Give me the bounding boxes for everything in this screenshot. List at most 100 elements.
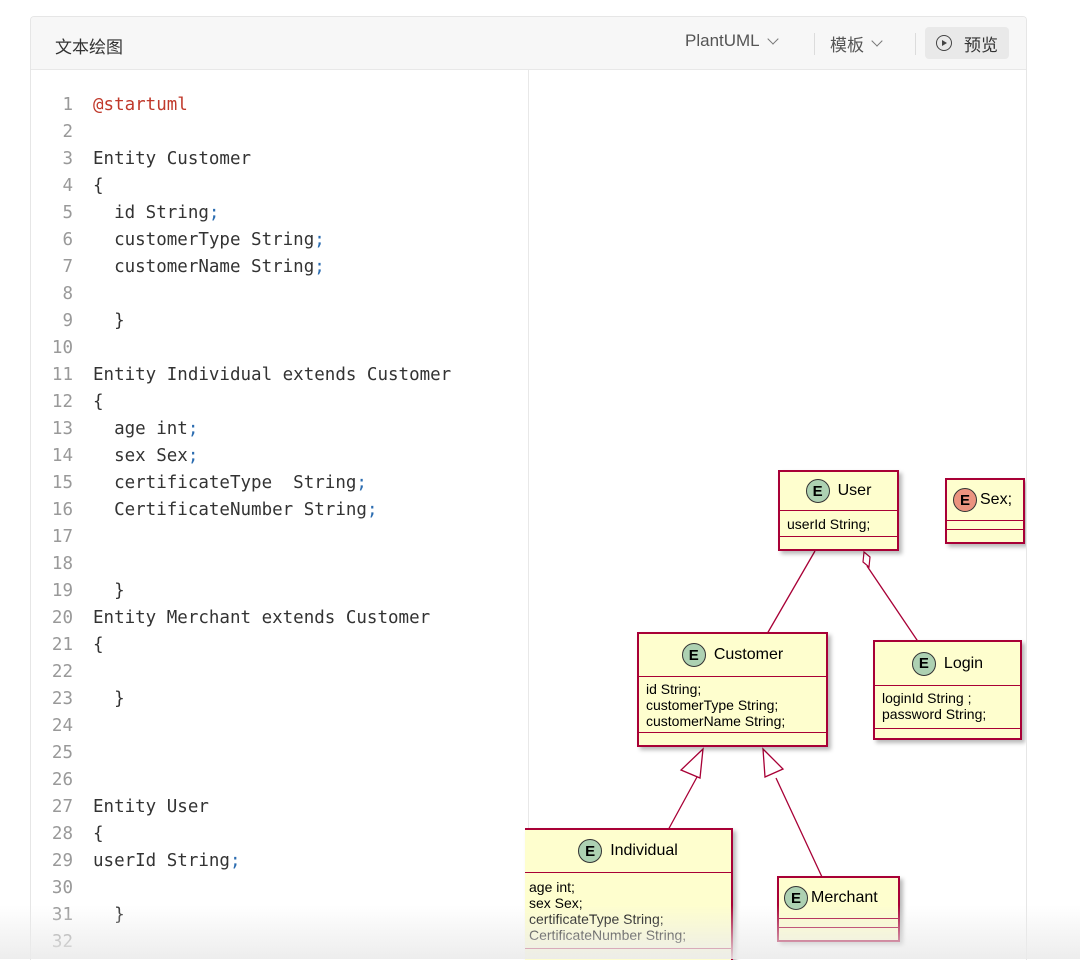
entity-badge-icon: E (578, 839, 603, 863)
toolbar-divider (814, 33, 815, 55)
entity-attributes: id String; customerType String; customer… (639, 677, 826, 733)
line-number: 19 (51, 581, 73, 601)
attribute: password String; (882, 706, 987, 722)
inheritance-arrowhead (679, 747, 704, 779)
entity-attributes: loginId String ; password String; (875, 686, 1020, 729)
code-text: sex Sex; (93, 446, 199, 466)
line-number: 25 (51, 743, 73, 763)
line-number: 3 (62, 149, 73, 169)
enum-badge-icon: E (953, 488, 977, 512)
merchant-inherits-customer (775, 777, 823, 878)
line-number: 24 (51, 716, 73, 736)
entity-header: E Merchant (779, 878, 898, 919)
code-text: certificateType String; (93, 473, 367, 493)
entity-sex: E Sex; (945, 478, 1025, 544)
code-text: customerType String; (93, 230, 325, 250)
line-number: 29 (51, 851, 73, 871)
line-number: 10 (51, 338, 73, 358)
code-text: @startuml (93, 95, 188, 115)
line-number: 13 (51, 419, 73, 439)
template-select[interactable]: 模板 (830, 31, 883, 56)
code-text: customerName String; (93, 257, 325, 277)
panel-title: 文本绘图 (55, 38, 123, 57)
language-select[interactable]: PlantUML (685, 31, 779, 51)
line-number: 27 (51, 797, 73, 817)
preview-button-label: 预览 (964, 35, 998, 55)
line-number: 7 (62, 257, 73, 277)
aggregation-diamond (862, 550, 871, 569)
code-text: id String; (93, 203, 220, 223)
entity-attributes (947, 521, 1023, 530)
line-number: 2 (62, 122, 73, 142)
template-select-label: 模板 (830, 36, 864, 55)
line-number: 23 (51, 689, 73, 709)
chevron-down-icon (766, 32, 779, 45)
code-text: } (93, 581, 125, 601)
attribute: certificateType String; (529, 911, 664, 927)
entity-login: E Login loginId String ; password String… (873, 640, 1022, 740)
code-text: { (93, 824, 104, 844)
entity-name: Sex; (980, 491, 1013, 508)
attribute: loginId String ; (882, 690, 972, 706)
attribute: age int; (529, 879, 575, 895)
chevron-down-icon (871, 35, 883, 47)
line-number: 17 (51, 527, 73, 547)
line-number: 28 (51, 824, 73, 844)
entity-methods (639, 733, 826, 741)
code-text: userId String; (93, 851, 241, 871)
line-number: 1 (62, 95, 73, 115)
panel-header: 文本绘图 PlantUML 模板 预览 (31, 17, 1026, 70)
entity-attributes: userId String; (780, 511, 897, 537)
code-text: } (93, 689, 125, 709)
entity-name: Login (943, 654, 984, 672)
code-text: Entity Customer (93, 149, 252, 169)
entity-header: E Sex; (947, 480, 1023, 521)
line-number: 20 (51, 608, 73, 628)
preview-button[interactable]: 预览 (925, 27, 1009, 59)
play-circle-icon (936, 35, 952, 51)
code-text: Entity User (93, 797, 209, 817)
code-text: } (93, 311, 125, 331)
user-customer-link (766, 550, 816, 635)
line-number: 12 (51, 392, 73, 412)
line-number: 31 (51, 905, 73, 925)
code-text: { (93, 635, 104, 655)
line-number: 22 (51, 662, 73, 682)
code-text: { (93, 392, 104, 412)
line-number: 18 (51, 554, 73, 574)
entity-name: Customer (713, 646, 784, 663)
line-number: 26 (51, 770, 73, 790)
diagram-preview: E User userId String; E Sex; E Customer (525, 70, 1026, 960)
code-text: Entity Merchant extends Customer (93, 608, 431, 628)
attribute: CertificateNumber String; (529, 927, 687, 943)
entity-attributes: age int; sex Sex; certificateType String… (525, 873, 731, 949)
entity-name: Merchant (811, 889, 878, 906)
line-number: 6 (62, 230, 73, 250)
entity-badge-icon: E (805, 479, 830, 503)
code-editor[interactable]: 1 @startuml 2 3 Entity Customer 4{5 id String… (31, 70, 529, 960)
entity-methods (780, 537, 897, 545)
entity-attributes (779, 919, 898, 928)
line-number: 32 (51, 932, 73, 952)
text-drawing-panel: 文本绘图 PlantUML 模板 预览 1 @startuml 2 3 Entity C… (30, 16, 1027, 960)
entity-individual: E Individual age int; sex Sex; certifica… (525, 828, 733, 960)
entity-methods (525, 949, 731, 957)
entity-header: E User (780, 472, 897, 511)
code-text: age int; (93, 419, 199, 439)
attribute: customerType String; (646, 697, 779, 713)
entity-customer: E Customer id String; customerType Strin… (637, 632, 828, 747)
entity-methods (779, 928, 898, 936)
toolbar-divider (915, 33, 916, 55)
entity-user: E User userId String; (778, 470, 899, 551)
line-number: 14 (51, 446, 73, 466)
entity-badge-icon: E (911, 651, 936, 676)
entity-badge-icon: E (681, 643, 706, 667)
entity-header: E Individual (525, 830, 731, 873)
entity-badge-icon: E (784, 886, 808, 910)
line-number: 9 (62, 311, 73, 331)
entity-methods (947, 530, 1023, 538)
line-number: 11 (51, 365, 73, 385)
code-text: { (93, 176, 104, 196)
entity-header: E Login (875, 642, 1020, 686)
entity-name: Individual (610, 842, 678, 859)
